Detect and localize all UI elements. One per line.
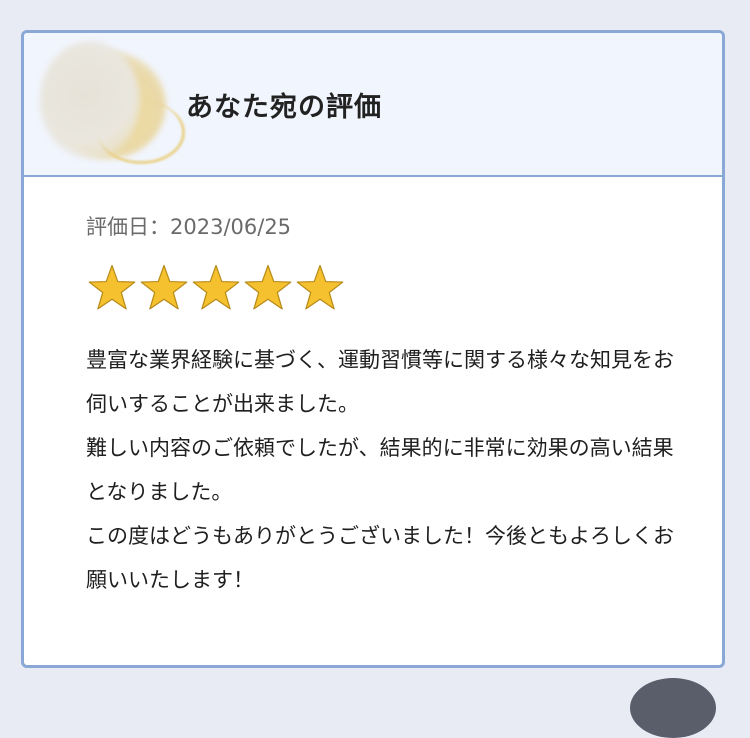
star-rating — [86, 262, 722, 316]
star-icon — [192, 264, 240, 310]
review-date-separator: ： — [149, 215, 170, 239]
review-date-value: 2023/06/25 — [170, 215, 292, 239]
star-icon — [296, 264, 344, 310]
review-comment: 豊富な業界経験に基づく、運動習慣等に関する様々な知見をお伺いすることが出来ました… — [86, 348, 674, 592]
floating-action-button[interactable] — [630, 678, 716, 738]
review-card-header: あなた宛の評価 — [24, 33, 722, 177]
star-icon — [88, 264, 136, 310]
review-date: 評価日：2023/06/25 — [86, 212, 722, 242]
review-body: 評価日：2023/06/25 豊富な業界経験に基づく、運動習慣等に関する様々な知… — [24, 177, 722, 602]
page-title: あなた宛の評価 — [186, 92, 382, 123]
avatar — [40, 41, 185, 164]
review-card: あなた宛の評価 評価日：2023/06/25 豊富な業界経験に基づく、運動習慣等… — [21, 30, 725, 668]
review-date-label: 評価日 — [86, 215, 149, 239]
star-icon — [140, 264, 188, 310]
star-icon — [244, 264, 292, 310]
